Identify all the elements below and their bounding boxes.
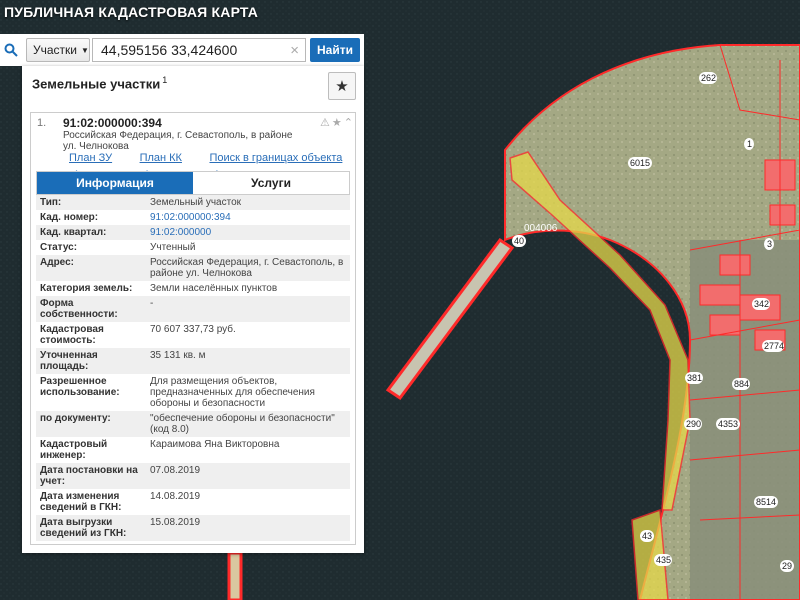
table-row: по документу: "обеспечение обороны и безо… [36,411,350,437]
row-value: 14.08.2019 [150,491,201,502]
table-row: Кад. квартал: 91:02:000000 [36,225,350,240]
road-strip [227,551,243,600]
table-row: Кадастровая стоимость: 70 607 337,73 руб. [36,322,350,348]
map-label: 381 [687,373,702,383]
chevron-down-icon: ▼ [81,45,89,55]
row-value-link[interactable]: 91:02:000000:394 [146,210,350,225]
table-row: Кадастровый инженер: Караимова Яна Виктор… [36,437,350,463]
tab-services[interactable]: Услуги [193,172,349,194]
table-row: Разрешенное использование: Для размещения… [36,374,350,411]
row-label: Разрешенное использование: [40,376,120,398]
warning-icon[interactable]: ⚠ [320,116,330,129]
row-value: Российская Федерация, г. Севастополь, в … [150,257,344,279]
card-index: 1. [37,117,47,129]
row-label: по документу: [40,413,111,424]
clear-icon[interactable]: × [290,42,299,59]
star-icon: ★ [335,78,349,95]
panel-title: Земельные участки 1 [32,75,167,91]
row-label: Статус: [40,242,78,253]
card-address: Российская Федерация, г. Севастополь, в … [63,130,293,152]
table-row: Тип: Земельный участок [36,195,350,210]
row-label: Тип: [40,197,62,208]
find-button[interactable]: Найти [310,38,360,62]
row-value: Учтенный [150,242,196,253]
table-row: Дата изменения сведений в ГКН: 14.08.2019 [36,489,350,515]
row-label: Дата изменения сведений в ГКН: [40,491,122,513]
map-label: 3 [767,239,772,249]
panel-header: Земельные участки 1 ★ [22,66,364,108]
row-label: Кадастровая стоимость: [40,324,104,346]
search-bar: Участки ▼ × Найти [0,34,364,66]
result-count: 1 [162,75,168,85]
card-cad-number[interactable]: 91:02:000000:394 [63,116,162,130]
row-label: Адрес: [40,257,74,268]
map-label: 1 [747,139,752,149]
search-input[interactable] [99,41,291,59]
table-row: Кад. номер: 91:02:000000:394 [36,210,350,225]
favorite-button[interactable]: ★ [328,72,356,100]
parcel-card: 1. 91:02:000000:394 Российская Федерация… [30,112,356,545]
row-value: Караимова Яна Викторовна [150,439,280,450]
map-label: 004006 [524,223,558,234]
row-label: Кад. квартал: [40,227,107,238]
row-value: - [150,298,154,309]
table-row: Адрес: Российская Федерация, г. Севастопо… [36,255,350,281]
star-icon[interactable]: ★ [332,116,342,129]
map-label: 8514 [756,497,776,507]
row-value: 35 131 кв. м [150,350,206,361]
row-label: Форма собственности: [40,298,118,320]
chevron-up-icon[interactable]: ⌃ [344,116,353,129]
panel-title-text: Земельные участки [32,76,161,92]
row-value: Для размещения объектов, предназначенных… [150,376,315,409]
row-label: Уточненная площадь: [40,350,98,372]
row-value: 70 607 337,73 руб. [150,324,236,335]
map-label: 4353 [718,419,738,429]
table-row: Дата постановки на учет: 07.08.2019 [36,463,350,489]
table-row: Форма собственности: - [36,296,350,322]
search-icon[interactable] [0,34,22,66]
map-label: 435 [656,555,671,565]
map-label: 6015 [630,158,650,168]
card-icons: ⚠ ★ ⌃ [320,116,353,129]
search-input-wrap: × [92,38,306,62]
table-row: Уточненная площадь: 35 131 кв. м [36,348,350,374]
row-label: Дата выгрузки сведений из ГКН: [40,517,127,539]
row-label: Категория земель: [40,283,133,294]
map-label: 2774 [764,341,784,351]
map-label: 43 [642,531,652,541]
search-type-label: Участки [33,43,77,57]
map-label: 40 [514,236,524,246]
results-panel: Земельные участки 1 ★ 1. 91:02:000000:394… [22,66,364,553]
row-value: Земельный участок [150,197,242,208]
map-label: 29 [782,561,792,571]
row-value-link[interactable]: 91:02:000000 [146,225,350,240]
row-value: 07.08.2019 [150,465,201,476]
table-row: Статус: Учтенный [36,240,350,255]
search-type-select[interactable]: Участки ▼ [26,38,90,62]
map-label: 290 [686,419,701,429]
row-label: Кадастровый инженер: [40,439,108,461]
row-value: "обеспечение обороны и безопасности" (ко… [150,413,335,435]
map-label: 342 [754,299,769,309]
map-label: 262 [701,73,716,83]
map-label: 884 [734,379,749,389]
row-label: Дата постановки на учет: [40,465,138,487]
row-value: 15.08.2019 [150,517,201,528]
row-value: Земли населённых пунктов [150,283,278,294]
app-title: ПУБЛИЧНАЯ КАДАСТРОВАЯ КАРТА [4,4,259,20]
info-table: Тип: Земельный участок Кад. номер: 91:02:0… [36,195,350,541]
table-row: Дата выгрузки сведений из ГКН: 15.08.2019 [36,515,350,541]
card-tabs: Информация Услуги [36,171,350,195]
table-row: Категория земель: Земли населённых пункто… [36,281,350,296]
row-label: Кад. номер: [40,212,99,223]
tab-information[interactable]: Информация [37,172,193,194]
